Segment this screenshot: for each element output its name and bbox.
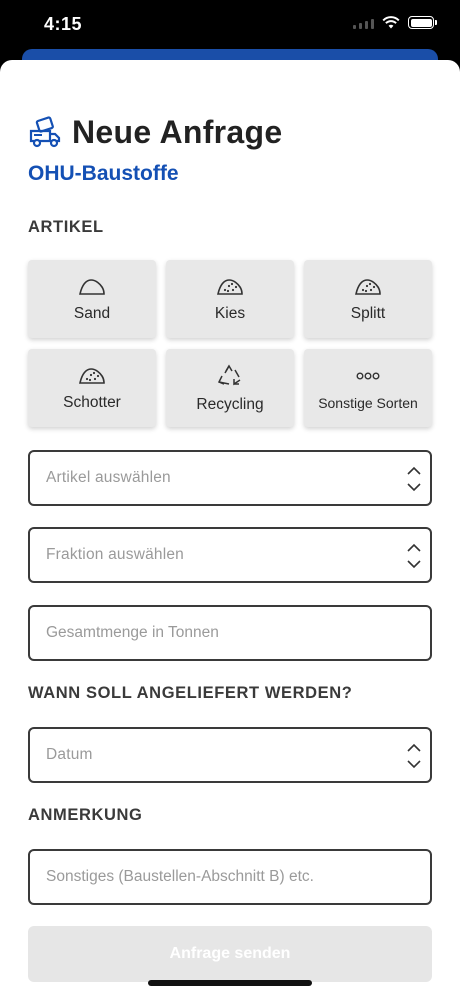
gesamtmenge-field[interactable]: [28, 605, 432, 661]
brand-name: OHU-Baustoffe: [28, 162, 179, 185]
artikel-select[interactable]: Artikel auswählen: [28, 450, 432, 506]
tile-sand[interactable]: Sand: [28, 260, 156, 338]
home-indicator[interactable]: [148, 980, 312, 986]
tile-splitt[interactable]: Splitt: [304, 260, 432, 338]
tile-label: Recycling: [196, 396, 264, 413]
chevron-up-down-icon: [407, 743, 421, 769]
fraktion-select-placeholder: Fraktion auswählen: [46, 546, 185, 563]
datum-select-placeholder: Datum: [46, 746, 93, 763]
more-icon: [356, 372, 380, 380]
wifi-icon: [382, 16, 400, 29]
page-title: Neue Anfrage: [72, 114, 283, 150]
battery-icon: [408, 16, 437, 29]
status-icons: [353, 16, 437, 29]
tile-label: Kies: [214, 305, 246, 322]
sand-pile-icon: [79, 279, 105, 295]
submit-request-button[interactable]: Anfrage senden: [28, 926, 432, 982]
tile-label: Sand: [73, 305, 111, 322]
gesamtmenge-input[interactable]: [46, 624, 430, 642]
tile-recycling[interactable]: Recycling: [166, 349, 294, 427]
section-label-delivery: WANN SOLL ANGELIEFERT WERDEN?: [28, 684, 353, 702]
gravel-pile-icon: [355, 279, 381, 295]
request-sheet: Neue Anfrage OHU-Baustoffe ARTIKEL Sand …: [0, 60, 460, 996]
recycle-icon: [217, 364, 241, 386]
section-label-notes: ANMERKUNG: [28, 806, 143, 824]
tile-kies[interactable]: Kies: [166, 260, 294, 338]
tile-label: Splitt: [350, 305, 386, 322]
tile-label: Sonstige Sorten: [318, 395, 418, 411]
gravel-pile-icon: [79, 368, 105, 384]
anmerkung-field[interactable]: [28, 849, 432, 905]
status-bar: 4:15: [0, 0, 460, 50]
chevron-up-down-icon: [407, 543, 421, 569]
datum-select[interactable]: Datum: [28, 727, 432, 783]
fraktion-select[interactable]: Fraktion auswählen: [28, 527, 432, 583]
artikel-select-placeholder: Artikel auswählen: [46, 469, 171, 486]
tile-sonstige-sorten[interactable]: Sonstige Sorten: [304, 349, 432, 427]
section-label-artikel: ARTIKEL: [28, 218, 104, 236]
header: Neue Anfrage: [28, 114, 282, 151]
truck-icon: [29, 115, 61, 147]
tile-label: Schotter: [63, 394, 121, 411]
anmerkung-input[interactable]: [46, 868, 430, 886]
chevron-up-down-icon: [407, 466, 421, 492]
gravel-pile-icon: [217, 279, 243, 295]
tile-schotter[interactable]: Schotter: [28, 349, 156, 427]
cellular-signal-icon: [353, 17, 374, 29]
status-time: 4:15: [44, 14, 83, 34]
